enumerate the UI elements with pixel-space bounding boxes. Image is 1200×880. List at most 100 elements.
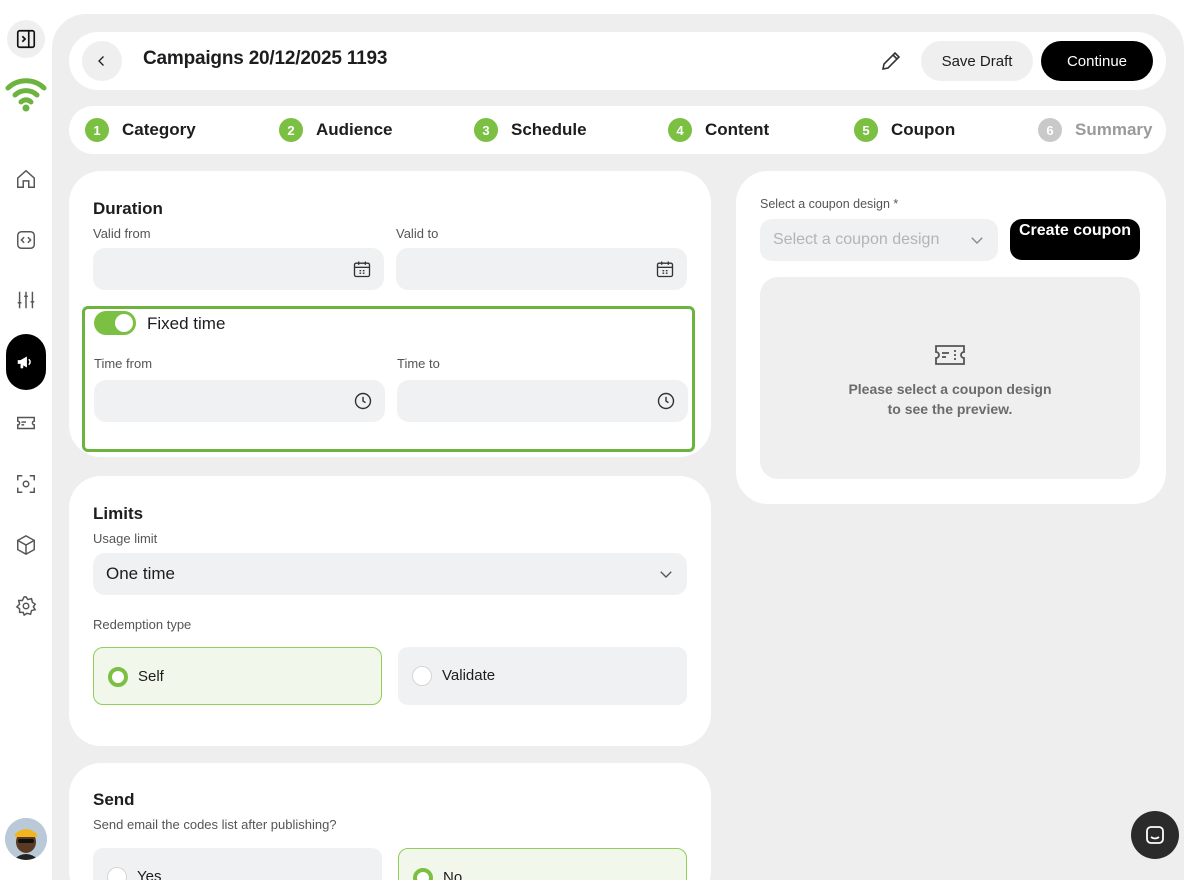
preview-message: Please select a coupon design to see the…: [760, 379, 1140, 419]
chevron-left-icon: [98, 56, 104, 66]
redemption-option-label: Self: [138, 668, 164, 685]
sliders-icon: [17, 291, 35, 309]
preview-message-line1: Please select a coupon design: [848, 381, 1052, 397]
send-option-no[interactable]: No: [398, 848, 687, 880]
duration-title: Duration: [93, 199, 163, 218]
send-option-label: Yes: [137, 868, 162, 880]
pencil-icon: [881, 51, 901, 71]
create-coupon-button[interactable]: Create coupon: [1010, 219, 1140, 260]
radio-button: [412, 666, 432, 686]
step-number: 2: [279, 118, 303, 142]
step-label: Schedule: [511, 120, 587, 139]
chat-icon: [1146, 826, 1164, 844]
code-icon: [17, 231, 35, 249]
step-number: 5: [854, 118, 878, 142]
valid-from-label: Valid from: [93, 226, 151, 241]
radio-button: [413, 868, 433, 880]
sidebar-item-coupons[interactable]: [6, 403, 46, 443]
step-audience[interactable]: 2 Audience: [279, 118, 393, 142]
chat-button[interactable]: [1131, 811, 1179, 859]
step-number: 4: [668, 118, 692, 142]
sidebar-item-scan[interactable]: [6, 464, 46, 504]
calendar-icon: [353, 261, 371, 278]
fixed-time-toggle[interactable]: [94, 311, 136, 335]
preview-message-line2: to see the preview.: [887, 401, 1013, 417]
step-coupon[interactable]: 5 Coupon: [854, 118, 955, 142]
send-option-label: No: [443, 869, 463, 880]
scan-icon: [17, 475, 35, 493]
redemption-option-validate[interactable]: Validate: [398, 647, 687, 705]
ticket-icon: [17, 416, 35, 430]
page-title: Campaigns 20/12/2025 1193: [143, 48, 388, 69]
step-label: Category: [122, 120, 196, 139]
sidebar-item-campaigns[interactable]: [6, 334, 46, 390]
sidebar-item-home[interactable]: [6, 159, 46, 199]
back-button[interactable]: [82, 41, 122, 81]
fixed-time-section: Fixed time Time from Time to: [82, 306, 695, 452]
home-icon: [17, 169, 35, 188]
time-to-field[interactable]: [397, 380, 688, 422]
step-schedule[interactable]: 3 Schedule: [474, 118, 587, 142]
send-option-yes[interactable]: Yes: [93, 848, 382, 880]
avatar-image: [5, 818, 47, 860]
chevron-down-icon: [660, 571, 672, 578]
sidebar-item-settings-sliders[interactable]: [6, 280, 46, 320]
limits-title: Limits: [93, 504, 144, 523]
chevron-down-icon: [971, 237, 983, 244]
step-category[interactable]: 1 Category: [85, 118, 196, 142]
redemption-option-self[interactable]: Self: [93, 647, 382, 705]
step-label: Content: [705, 120, 770, 139]
limits-card: Limits Usage limit One time Redemption t…: [69, 476, 711, 746]
ticket-icon: [935, 345, 965, 365]
coupon-design-placeholder: Select a coupon design: [773, 231, 940, 248]
radio-button: [108, 667, 128, 687]
send-card: Send Send email the codes list after pub…: [69, 763, 711, 880]
radio-button: [107, 867, 127, 880]
sidebar-item-products[interactable]: [6, 525, 46, 565]
step-label: Audience: [316, 120, 393, 139]
step-content[interactable]: 4 Content: [668, 118, 769, 142]
top-bar: Campaigns 20/12/2025 1193 Save Draft Con…: [69, 32, 1166, 90]
step-number: 6: [1038, 118, 1062, 142]
valid-to-label: Valid to: [396, 226, 439, 241]
usage-limit-select[interactable]: One time: [93, 553, 687, 595]
coupon-preview: Please select a coupon design to see the…: [760, 277, 1140, 479]
fixed-time-label: Fixed time: [147, 314, 226, 333]
wifi-logo-icon: [5, 78, 47, 112]
coupon-design-label: Select a coupon design *: [760, 197, 899, 211]
edit-title-button[interactable]: [879, 49, 903, 73]
main-panel: Campaigns 20/12/2025 1193 Save Draft Con…: [52, 14, 1184, 880]
save-draft-button[interactable]: Save Draft: [921, 41, 1033, 81]
usage-limit-label: Usage limit: [93, 531, 158, 546]
cube-icon: [17, 534, 35, 556]
calendar-icon: [656, 261, 674, 278]
user-avatar[interactable]: [5, 818, 47, 860]
sidebar-item-settings[interactable]: [6, 586, 46, 626]
clock-icon: [657, 392, 675, 410]
app-logo[interactable]: [4, 72, 48, 116]
sidebar-item-code[interactable]: [6, 220, 46, 260]
step-label: Summary: [1075, 120, 1153, 139]
megaphone-icon: [17, 356, 31, 369]
send-question: Send email the codes list after publishi…: [93, 817, 337, 832]
coupon-design-select[interactable]: Select a coupon design: [760, 219, 998, 261]
redemption-option-label: Validate: [442, 667, 496, 684]
sidebar-toggle-button[interactable]: [7, 20, 45, 58]
step-number: 1: [85, 118, 109, 142]
time-from-field[interactable]: [94, 380, 385, 422]
sidebar-toggle-icon: [16, 29, 36, 49]
gear-icon: [15, 596, 37, 617]
time-from-label: Time from: [94, 356, 153, 371]
continue-button[interactable]: Continue: [1041, 41, 1153, 81]
time-to-label: Time to: [397, 356, 440, 371]
progress-stepper: 1 Category 2 Audience 3 Schedule 4 Conte…: [69, 106, 1166, 154]
sidebar: [0, 0, 52, 880]
send-title: Send: [93, 790, 135, 809]
step-summary[interactable]: 6 Summary: [1038, 118, 1152, 142]
usage-limit-value: One time: [106, 564, 175, 583]
valid-to-field[interactable]: [396, 248, 687, 290]
step-label: Coupon: [891, 120, 956, 139]
valid-from-field[interactable]: [93, 248, 384, 290]
redemption-type-label: Redemption type: [93, 617, 192, 632]
clock-icon: [354, 392, 372, 410]
